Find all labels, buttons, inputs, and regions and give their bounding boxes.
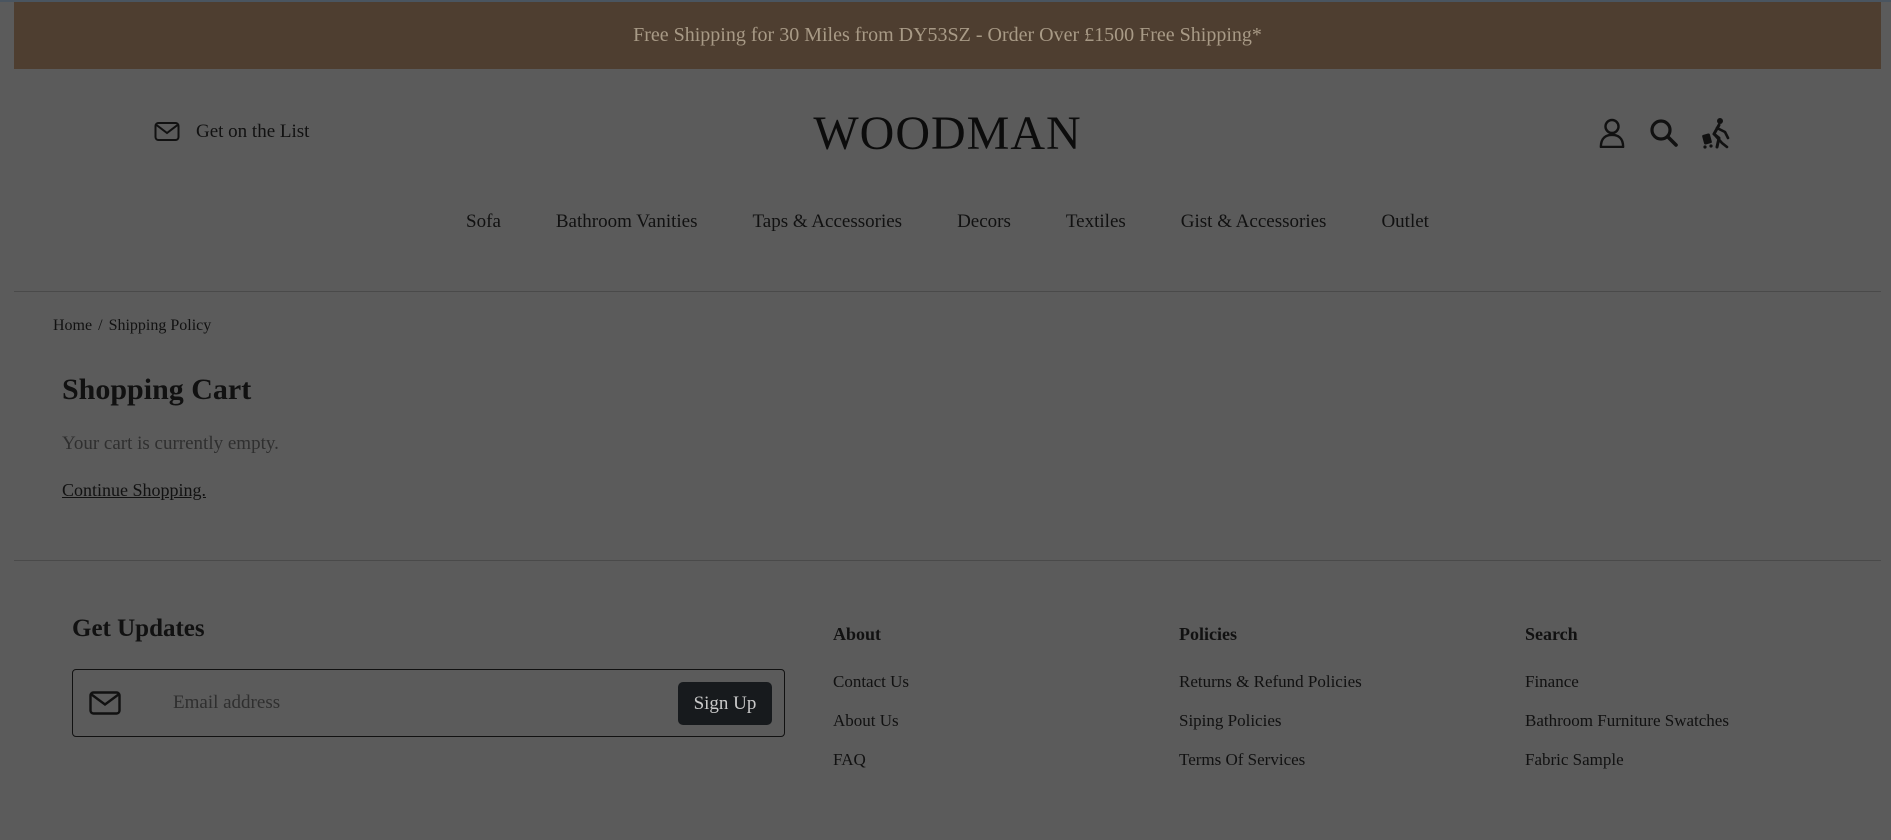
nav-item-gist-accessories[interactable]: Gist & Accessories [1181,211,1327,233]
breadcrumb-current: Shipping Policy [108,317,212,334]
account-icon[interactable] [1596,116,1628,150]
nav-item-textiles[interactable]: Textiles [1066,211,1126,233]
get-updates-title: Get Updates [72,615,205,642]
logo-text: WOODMAN [813,107,1082,160]
footer-column-title: Policies [1179,624,1237,644]
nav-item-bathroom-vanities[interactable]: Bathroom Vanities [556,211,698,233]
footer-link-about-us[interactable]: About Us [833,711,909,731]
breadcrumb: Home / Shipping Policy [53,317,211,335]
footer-link-fabric-sample[interactable]: Fabric Sample [1525,750,1729,770]
page-title: Shopping Cart [62,373,252,406]
footer-column-about: About Contact Us About Us FAQ [833,624,909,789]
newsletter-form: Sign Up [72,669,785,737]
footer-link-furniture-swatches[interactable]: Bathroom Furniture Swatches [1525,711,1729,731]
announcement-text: Free Shipping for 30 Miles from DY53SZ -… [633,24,1262,46]
footer-link-finance[interactable]: Finance [1525,672,1729,692]
footer-link-shipping-policies[interactable]: Siping Policies [1179,711,1362,731]
cart-empty-message: Your cart is currently empty. [62,433,279,454]
nav-item-outlet[interactable]: Outlet [1381,211,1429,233]
footer-column-policies: Policies Returns & Refund Policies Sipin… [1179,624,1362,789]
continue-shopping-link[interactable]: Continue Shopping. [62,480,206,501]
breadcrumb-separator: / [98,317,103,334]
header-icons [1596,116,1732,150]
sign-up-button[interactable]: Sign Up [678,682,772,725]
site-header: Get on the List WOODMAN Sofa Bathroom Va… [14,69,1881,291]
footer-link-terms-of-services[interactable]: Terms Of Services [1179,750,1362,770]
footer-link-returns-refund[interactable]: Returns & Refund Policies [1179,672,1362,692]
footer-link-faq[interactable]: FAQ [833,750,909,770]
main-nav: Sofa Bathroom Vanities Taps & Accessorie… [14,211,1881,233]
header-divider [14,291,1881,292]
announcement-bar: Free Shipping for 30 Miles from DY53SZ -… [14,2,1881,69]
footer-column-search: Search Finance Bathroom Furniture Swatch… [1525,624,1729,789]
footer-link-contact-us[interactable]: Contact Us [833,672,909,692]
footer-column-title: About [833,624,882,644]
nav-item-taps-accessories[interactable]: Taps & Accessories [752,211,902,233]
cart-icon[interactable] [1700,116,1732,150]
search-icon[interactable] [1648,116,1680,150]
email-input[interactable] [173,684,573,722]
nav-item-decors[interactable]: Decors [957,211,1011,233]
envelope-icon [89,691,121,715]
footer-column-title: Search [1525,624,1578,644]
footer-divider [14,560,1881,561]
nav-item-sofa[interactable]: Sofa [466,211,501,233]
breadcrumb-home[interactable]: Home [53,317,92,334]
